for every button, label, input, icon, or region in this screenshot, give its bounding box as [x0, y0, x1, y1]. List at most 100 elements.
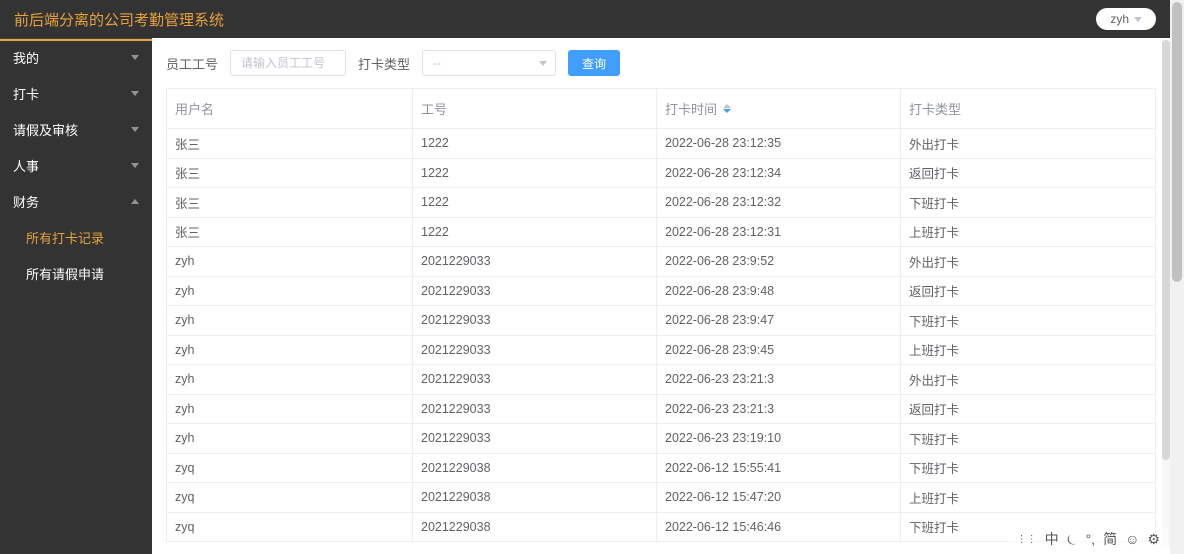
- column-type[interactable]: 打卡类型: [901, 89, 1155, 128]
- cell-type: 外出打卡: [901, 129, 1155, 158]
- ime-item[interactable]: 中: [1045, 529, 1059, 549]
- cell-empid: 2021229038: [413, 454, 657, 483]
- cell-user: zyq: [167, 454, 413, 483]
- ime-grip-icon[interactable]: ⋮⋮: [1017, 534, 1037, 545]
- table-row[interactable]: zyh20212290332022-06-23 23:21:3外出打卡: [167, 365, 1155, 395]
- cell-type: 下班打卡: [901, 306, 1155, 335]
- table-row[interactable]: zyh20212290332022-06-23 23:19:10下班打卡: [167, 424, 1155, 454]
- ime-toolbar[interactable]: ⋮⋮ 中 ⏾ °, 简 ☺ ⚙: [1009, 528, 1168, 550]
- cell-user: zyh: [167, 306, 413, 335]
- cell-type: 下班打卡: [901, 424, 1155, 453]
- chevron-down-icon: [539, 61, 547, 66]
- cell-time: 2022-06-12 15:47:20: [657, 483, 901, 512]
- employee-id-input[interactable]: [230, 50, 346, 76]
- cell-empid: 2021229038: [413, 513, 657, 542]
- column-time[interactable]: 打卡时间: [657, 89, 901, 128]
- outer-scrollbar[interactable]: [1170, 0, 1184, 554]
- cell-type: 下班打卡: [901, 188, 1155, 217]
- chevron-down-icon: [131, 55, 139, 60]
- user-name: zyh: [1110, 12, 1129, 26]
- search-bar: 员工工号 打卡类型 -- 查询: [152, 38, 1170, 88]
- table-row[interactable]: zyh20212290332022-06-28 23:9:48返回打卡: [167, 277, 1155, 307]
- employee-id-label: 员工工号: [166, 54, 218, 73]
- inner-scrollbar[interactable]: [1162, 40, 1170, 546]
- cell-time: 2022-06-28 23:12:34: [657, 159, 901, 188]
- sort-icon[interactable]: [723, 104, 731, 113]
- cell-time: 2022-06-12 15:55:41: [657, 454, 901, 483]
- chevron-down-icon: [131, 127, 139, 132]
- sidebar-subitem[interactable]: 所有请假申请: [0, 255, 152, 291]
- table-row[interactable]: zyh20212290332022-06-28 23:9:47下班打卡: [167, 306, 1155, 336]
- sidebar-item[interactable]: 人事: [0, 147, 152, 183]
- cell-user: 张三: [167, 188, 413, 217]
- type-select[interactable]: --: [422, 50, 556, 76]
- sidebar-item[interactable]: 请假及审核: [0, 111, 152, 147]
- type-label: 打卡类型: [358, 54, 410, 73]
- cell-time: 2022-06-28 23:12:32: [657, 188, 901, 217]
- table-row[interactable]: zyh20212290332022-06-28 23:9:52外出打卡: [167, 247, 1155, 277]
- cell-type: 上班打卡: [901, 218, 1155, 247]
- cell-type: 上班打卡: [901, 483, 1155, 512]
- sidebar-item[interactable]: 打卡: [0, 75, 152, 111]
- cell-empid: 1222: [413, 159, 657, 188]
- cell-user: zyh: [167, 247, 413, 276]
- table-row[interactable]: zyq20212290382022-06-12 15:55:41下班打卡: [167, 454, 1155, 484]
- sidebar-item[interactable]: 财务: [0, 183, 152, 219]
- cell-empid: 1222: [413, 129, 657, 158]
- table-row[interactable]: 张三12222022-06-28 23:12:32下班打卡: [167, 188, 1155, 218]
- ime-item[interactable]: ⏾: [1067, 531, 1078, 548]
- cell-user: 张三: [167, 218, 413, 247]
- cell-empid: 2021229033: [413, 424, 657, 453]
- chevron-up-icon: [131, 199, 139, 204]
- cell-type: 外出打卡: [901, 247, 1155, 276]
- sidebar-item-label: 我的: [13, 48, 39, 67]
- table-row[interactable]: 张三12222022-06-28 23:12:31上班打卡: [167, 218, 1155, 248]
- table-row[interactable]: zyh20212290332022-06-28 23:9:45上班打卡: [167, 336, 1155, 366]
- ime-item[interactable]: °,: [1086, 531, 1096, 547]
- cell-empid: 2021229033: [413, 277, 657, 306]
- cell-user: 张三: [167, 159, 413, 188]
- cell-type: 外出打卡: [901, 365, 1155, 394]
- chevron-down-icon: [131, 163, 139, 168]
- cell-time: 2022-06-28 23:9:48: [657, 277, 901, 306]
- user-dropdown[interactable]: zyh: [1096, 8, 1156, 30]
- table-row[interactable]: zyq20212290382022-06-12 15:46:46下班打卡: [167, 513, 1155, 542]
- query-button[interactable]: 查询: [568, 50, 620, 76]
- cell-empid: 1222: [413, 188, 657, 217]
- cell-type: 返回打卡: [901, 277, 1155, 306]
- table-row[interactable]: 张三12222022-06-28 23:12:35外出打卡: [167, 129, 1155, 159]
- table-row[interactable]: 张三12222022-06-28 23:12:34返回打卡: [167, 159, 1155, 189]
- column-user[interactable]: 用户名: [167, 89, 413, 128]
- scrollbar-thumb[interactable]: [1162, 40, 1170, 460]
- table-body: 张三12222022-06-28 23:12:35外出打卡张三12222022-…: [167, 129, 1155, 541]
- cell-empid: 2021229038: [413, 483, 657, 512]
- cell-type: 返回打卡: [901, 395, 1155, 424]
- sidebar-subitem[interactable]: 所有打卡记录: [0, 219, 152, 255]
- ime-item[interactable]: ⚙: [1147, 531, 1160, 548]
- ime-item[interactable]: 简: [1103, 529, 1117, 549]
- records-table: 用户名 工号 打卡时间 打卡类型 张三12222022-06-28 23:12:…: [166, 88, 1156, 542]
- sidebar-item[interactable]: 我的: [0, 39, 152, 75]
- cell-time: 2022-06-28 23:12:31: [657, 218, 901, 247]
- cell-type: 下班打卡: [901, 454, 1155, 483]
- cell-user: zyh: [167, 365, 413, 394]
- ime-item[interactable]: ☺: [1125, 531, 1139, 547]
- cell-user: zyh: [167, 277, 413, 306]
- cell-user: zyh: [167, 336, 413, 365]
- table-row[interactable]: zyh20212290332022-06-23 23:21:3返回打卡: [167, 395, 1155, 425]
- table-header: 用户名 工号 打卡时间 打卡类型: [167, 88, 1155, 129]
- cell-empid: 2021229033: [413, 395, 657, 424]
- cell-empid: 2021229033: [413, 247, 657, 276]
- app-header: 前后端分离的公司考勤管理系统 zyh: [0, 0, 1170, 38]
- cell-time: 2022-06-28 23:9:52: [657, 247, 901, 276]
- scrollbar-thumb[interactable]: [1172, 2, 1182, 282]
- cell-type: 返回打卡: [901, 159, 1155, 188]
- table-row[interactable]: zyq20212290382022-06-12 15:47:20上班打卡: [167, 483, 1155, 513]
- cell-time: 2022-06-28 23:9:45: [657, 336, 901, 365]
- sidebar-item-label: 打卡: [13, 84, 39, 103]
- cell-empid: 2021229033: [413, 306, 657, 335]
- column-empid[interactable]: 工号: [413, 89, 657, 128]
- cell-type: 上班打卡: [901, 336, 1155, 365]
- sidebar-item-label: 人事: [13, 156, 39, 175]
- sidebar-item-label: 请假及审核: [13, 120, 78, 139]
